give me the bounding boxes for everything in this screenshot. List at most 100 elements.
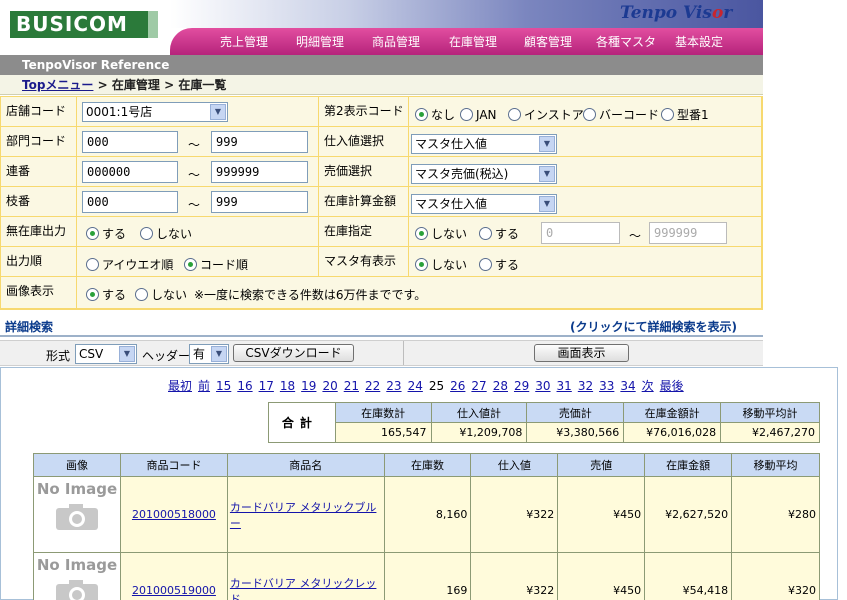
product-image-cell: No Image xyxy=(33,476,121,553)
page-link[interactable]: 23 xyxy=(386,379,401,393)
order-radio-kana[interactable]: アイウエオ順 xyxy=(86,257,173,273)
nav-settings[interactable]: 基本設定 xyxy=(675,33,723,50)
page-link[interactable]: 19 xyxy=(301,379,316,393)
serial-label: 連番 xyxy=(1,157,76,186)
product-name-link[interactable]: カードバリア メタリックレッド xyxy=(230,577,377,600)
radio-unchecked-icon xyxy=(479,227,492,240)
image-radio-no[interactable]: しない xyxy=(135,287,187,303)
radio-label: する xyxy=(495,258,520,272)
master-radio-no[interactable]: しない xyxy=(415,257,467,273)
brand-text-a: Tenpo Vis xyxy=(620,3,712,23)
image-radio-yes[interactable]: する xyxy=(86,287,126,303)
second-radio-barcode[interactable]: バーコード xyxy=(583,107,659,123)
app-subtitle: TenpoVisor Reference xyxy=(0,55,763,75)
page-link[interactable]: 20 xyxy=(322,379,337,393)
radio-checked-icon xyxy=(86,288,99,301)
screen-display-button[interactable]: 画面表示 xyxy=(534,344,629,362)
stock-calc-label: 在庫計算金額 xyxy=(319,187,408,216)
nostock-radio-no[interactable]: しない xyxy=(140,226,192,242)
branch-from-input[interactable]: 000 xyxy=(82,191,178,213)
page-link[interactable]: 30 xyxy=(535,379,550,393)
page-link[interactable]: 32 xyxy=(578,379,593,393)
nav-details[interactable]: 明細管理 xyxy=(296,33,344,50)
page-link[interactable]: 33 xyxy=(599,379,614,393)
product-code-link[interactable]: 201000518000 xyxy=(132,508,216,521)
radio-label: しない xyxy=(431,258,468,272)
order-label: 出力順 xyxy=(1,247,76,276)
stockspec-radio-yes[interactable]: する xyxy=(479,226,519,242)
page-link[interactable]: 28 xyxy=(493,379,508,393)
product-code-link[interactable]: 201000519000 xyxy=(132,584,216,597)
product-name-link[interactable]: カードバリア メタリックブルー xyxy=(230,501,377,530)
price-select[interactable]: マスタ売価(税込) ▼ xyxy=(411,164,557,184)
branch-label: 枝番 xyxy=(1,187,76,216)
page-link[interactable]: 31 xyxy=(557,379,572,393)
product-image-cell: No Image xyxy=(33,552,121,600)
nav-sales[interactable]: 売上管理 xyxy=(220,33,268,50)
serial-from-input[interactable]: 000000 xyxy=(82,161,178,183)
price-select-value: マスタ売価(税込) xyxy=(415,167,509,181)
page-link[interactable]: 22 xyxy=(365,379,380,393)
radio-label: バーコード xyxy=(599,108,660,122)
table-row: No Image 201000519000 カードバリア メタリックレッド 16… xyxy=(33,552,820,600)
page-link[interactable]: 27 xyxy=(471,379,486,393)
page-link[interactable]: 26 xyxy=(450,379,465,393)
second-radio-none[interactable]: なし xyxy=(415,107,455,123)
nav-customers[interactable]: 顧客管理 xyxy=(524,33,572,50)
radio-checked-icon xyxy=(415,227,428,240)
csv-download-button[interactable]: CSVダウンロード xyxy=(233,344,354,362)
serial-to-input[interactable]: 999999 xyxy=(211,161,308,183)
radio-label: する xyxy=(102,288,127,302)
items-table: 画像 商品コード 商品名 在庫数 仕入値 売値 在庫金額 移動平均 No Ima… xyxy=(33,453,820,600)
breadcrumb-top-link[interactable]: Topメニュー xyxy=(22,78,93,92)
stock-qty: 8,160 xyxy=(383,476,472,553)
breadcrumb-separator: > xyxy=(97,78,108,92)
advanced-search-hint[interactable]: (クリックにて詳細検索を表示) xyxy=(570,318,737,335)
nav-inventory[interactable]: 在庫管理 xyxy=(449,33,497,50)
column-header: 商品コード xyxy=(119,453,228,477)
advanced-search-bar[interactable]: 詳細検索 (クリックにて詳細検索を表示) xyxy=(0,311,763,337)
page-link[interactable]: 24 xyxy=(408,379,423,393)
stock-calc-select[interactable]: マスタ仕入値 ▼ xyxy=(411,194,557,214)
page-link[interactable]: 17 xyxy=(259,379,274,393)
stockspec-from-input[interactable]: 0 xyxy=(541,222,620,244)
nostock-radio-yes[interactable]: する xyxy=(86,226,126,242)
dept-to-input[interactable]: 999 xyxy=(211,131,308,153)
store-code-select[interactable]: 0001:1号店 ▼ xyxy=(82,102,228,122)
page-link[interactable]: 15 xyxy=(216,379,231,393)
branch-to-input[interactable]: 999 xyxy=(211,191,308,213)
totals-value: 165,547 xyxy=(334,422,432,443)
page-link[interactable]: 16 xyxy=(237,379,252,393)
stockspec-radio-no[interactable]: しない xyxy=(415,226,467,242)
page-first-link[interactable]: 最初 xyxy=(168,379,192,393)
nav-products[interactable]: 商品管理 xyxy=(372,33,420,50)
dept-code-label: 部門コード xyxy=(1,127,76,156)
stock-amount: ¥54,418 xyxy=(644,552,733,600)
master-radio-yes[interactable]: する xyxy=(479,257,519,273)
format-select[interactable]: CSV ▼ xyxy=(75,344,137,364)
page-link[interactable]: 18 xyxy=(280,379,295,393)
page-prev-link[interactable]: 前 xyxy=(198,379,210,393)
page-next-link[interactable]: 次 xyxy=(642,379,654,393)
dept-from-input[interactable]: 000 xyxy=(82,131,178,153)
radio-checked-icon xyxy=(415,258,428,271)
page-link[interactable]: 21 xyxy=(344,379,359,393)
app-root: BUSICOM Tenpo Visor 売上管理 明細管理 商品管理 在庫管理 … xyxy=(0,0,847,600)
main-nav: 売上管理 明細管理 商品管理 在庫管理 顧客管理 各種マスタ 基本設定 xyxy=(170,28,763,55)
page-link[interactable]: 29 xyxy=(514,379,529,393)
second-radio-instore[interactable]: インストア xyxy=(508,107,584,123)
order-radio-code[interactable]: コード順 xyxy=(184,257,248,273)
radio-label: 型番1 xyxy=(677,108,709,122)
nav-masters[interactable]: 各種マスタ xyxy=(596,33,656,50)
radio-label: コード順 xyxy=(200,258,249,272)
totals-table: 合計 在庫数計 仕入値計 売価計 在庫金額計 移動平均計 165,547 ¥1,… xyxy=(268,402,820,443)
format-label: 形式 xyxy=(46,349,71,363)
cost-select[interactable]: マスタ仕入値 ▼ xyxy=(411,134,557,154)
second-radio-jan[interactable]: JAN xyxy=(460,107,497,123)
page-link[interactable]: 34 xyxy=(620,379,635,393)
header-select[interactable]: 有 ▼ xyxy=(189,344,229,364)
radio-label: アイウエオ順 xyxy=(102,258,174,272)
page-last-link[interactable]: 最後 xyxy=(660,379,684,393)
stockspec-to-input[interactable]: 999999 xyxy=(649,222,727,244)
second-radio-model[interactable]: 型番1 xyxy=(661,107,709,123)
